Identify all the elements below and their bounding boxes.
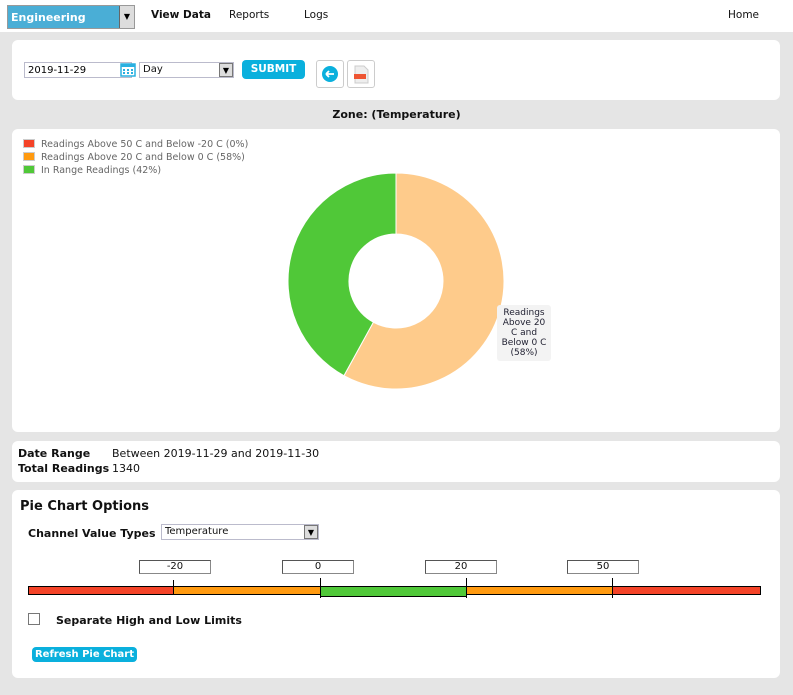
pdf-button[interactable] (347, 60, 375, 88)
zone-title: Zone: (Temperature) (332, 108, 461, 121)
nav-reports[interactable]: Reports (229, 9, 269, 21)
range-bar-high-warning (466, 586, 613, 595)
nav-logs[interactable]: Logs (304, 9, 328, 21)
filter-card: Day ▼ SUBMIT (12, 40, 780, 100)
options-title: Pie Chart Options (20, 499, 149, 514)
chevron-down-icon[interactable]: ▼ (304, 525, 318, 539)
date-range-label: Date Range (18, 447, 91, 460)
total-readings-label: Total Readings (18, 462, 110, 475)
chevron-down-icon[interactable]: ▼ (119, 6, 134, 28)
period-value: Day (143, 64, 163, 75)
date-range-value: Between 2019-11-29 and 2019-11-30 (112, 447, 320, 460)
back-button[interactable] (316, 60, 344, 88)
threshold-handle[interactable] (466, 578, 467, 598)
range-bar-in-range (320, 586, 467, 597)
top-nav: Engineering ▼ View Data Reports Logs Home (0, 0, 793, 32)
chart-tooltip: Readings Above 20 C and Below 0 C (58%) (497, 305, 551, 361)
chevron-down-icon[interactable]: ▼ (219, 63, 233, 77)
chart-card: Readings Above 50 C and Below -20 C (0%)… (12, 129, 780, 432)
pdf-icon (354, 65, 369, 84)
back-arrow-icon (322, 66, 338, 82)
threshold-input[interactable]: -20 (139, 560, 211, 574)
period-select[interactable]: Day ▼ (139, 62, 234, 78)
department-select[interactable]: Engineering ▼ (7, 5, 135, 29)
total-readings-value: 1340 (112, 462, 140, 475)
threshold-input[interactable]: 20 (425, 560, 497, 574)
summary-card: Date Range Between 2019-11-29 and 2019-1… (12, 441, 780, 482)
threshold-handle[interactable] (173, 580, 174, 594)
range-bar-low-warning (173, 586, 321, 595)
separate-limits-label: Separate High and Low Limits (56, 614, 242, 627)
calendar-icon[interactable] (120, 61, 136, 77)
range-bar-low-alarm (28, 586, 174, 595)
department-value: Engineering (11, 11, 86, 24)
threshold-input[interactable]: 0 (282, 560, 354, 574)
nav-home[interactable]: Home (728, 9, 759, 21)
submit-button[interactable]: SUBMIT (242, 60, 305, 79)
date-input[interactable] (24, 62, 132, 78)
threshold-handle[interactable] (612, 578, 613, 598)
range-bar-high-alarm (612, 586, 761, 595)
nav-view-data[interactable]: View Data (151, 9, 211, 21)
threshold-handle[interactable] (320, 578, 321, 598)
refresh-pie-chart-button[interactable]: Refresh Pie Chart (32, 647, 137, 662)
separate-limits-checkbox[interactable] (28, 613, 40, 625)
channel-value: Temperature (165, 526, 229, 537)
threshold-input[interactable]: 50 (567, 560, 639, 574)
channel-select[interactable]: Temperature ▼ (161, 524, 319, 540)
channel-label: Channel Value Types (28, 527, 156, 540)
donut-chart (287, 172, 505, 390)
